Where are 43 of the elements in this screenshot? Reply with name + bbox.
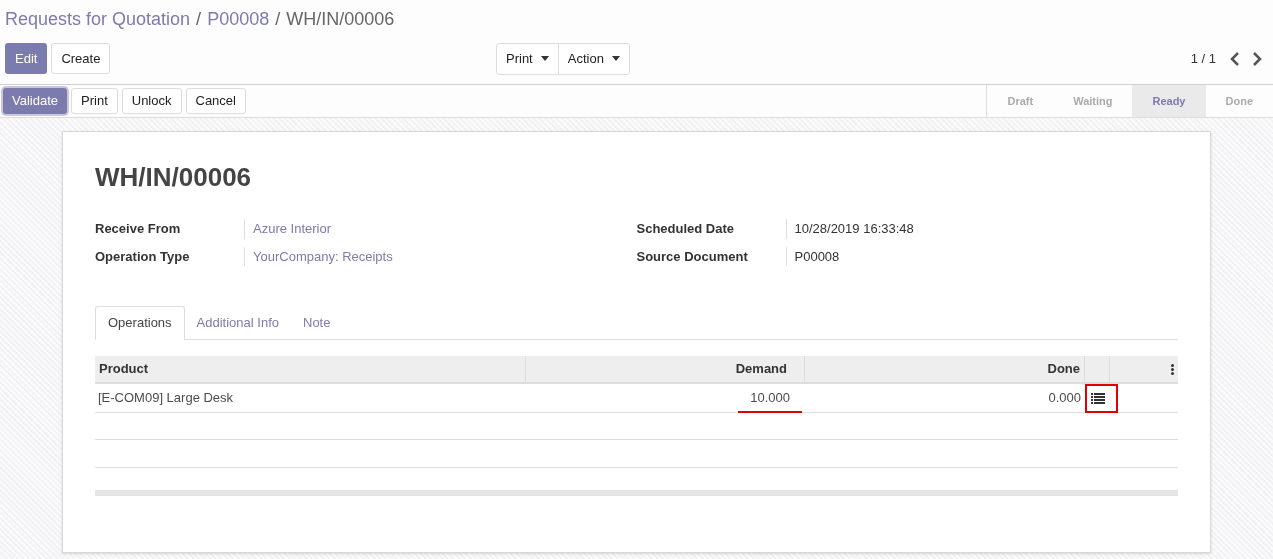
table-cell: 10.000 xyxy=(738,382,802,414)
breadcrumb-separator: / xyxy=(196,8,202,31)
table-cell-text: 0.000 xyxy=(1047,389,1082,408)
tab[interactable]: Additional Info xyxy=(184,306,291,340)
caret-icon xyxy=(540,56,549,61)
column-header[interactable]: Demand xyxy=(526,356,805,382)
breadcrumb: WH/IN/00006 xyxy=(286,8,395,31)
workflow-button[interactable]: Validate xyxy=(3,88,67,114)
field-label: Source Document xyxy=(636,246,787,266)
list-icon[interactable] xyxy=(1091,392,1105,404)
tab[interactable]: Operations xyxy=(95,306,185,340)
field-label: Receive From xyxy=(95,219,245,239)
column-header[interactable]: Product xyxy=(95,356,526,382)
field-value: P00008 xyxy=(793,247,840,266)
column-header[interactable]: Done xyxy=(805,356,1085,382)
status-step: Draft xyxy=(987,85,1054,117)
table-cell-text: [E-COM09] Large Desk xyxy=(97,389,235,408)
next-icon[interactable] xyxy=(1252,51,1262,66)
status-step: Ready xyxy=(1132,85,1206,117)
form-control-button[interactable]: Create xyxy=(51,43,111,74)
highlight-box[interactable] xyxy=(1085,383,1118,413)
previous-icon[interactable] xyxy=(1230,51,1240,66)
status-step: Waiting xyxy=(1053,85,1133,117)
dropdown-button[interactable]: Action xyxy=(557,43,629,74)
field-value[interactable]: YourCompany: Receipts xyxy=(245,246,393,266)
field-label: Operation Type xyxy=(95,246,245,266)
more-options-icon[interactable] xyxy=(1171,363,1174,375)
field-value: 10/28/2019 16:33:48 xyxy=(793,220,914,238)
record-title: WH/IN/00006 xyxy=(95,161,253,194)
dropdown-button[interactable]: Print xyxy=(497,43,558,74)
breadcrumb[interactable]: Requests for Quotation xyxy=(5,6,191,33)
tab[interactable]: Note xyxy=(291,306,343,340)
workflow-button[interactable]: Print xyxy=(71,88,118,114)
workflow-button[interactable]: Cancel xyxy=(185,88,246,114)
status-step: Done xyxy=(1205,85,1273,117)
pager: 1 / 1 xyxy=(1190,49,1216,68)
breadcrumb-separator: / xyxy=(275,8,281,31)
workflow-button[interactable]: Unlock xyxy=(121,88,182,114)
form-control-button[interactable]: Edit xyxy=(5,43,48,74)
caret-icon xyxy=(611,56,620,61)
field-value[interactable]: Azure Interior xyxy=(245,219,332,239)
breadcrumb[interactable]: P00008 xyxy=(207,6,270,33)
field-label: Scheduled Date xyxy=(636,219,787,239)
